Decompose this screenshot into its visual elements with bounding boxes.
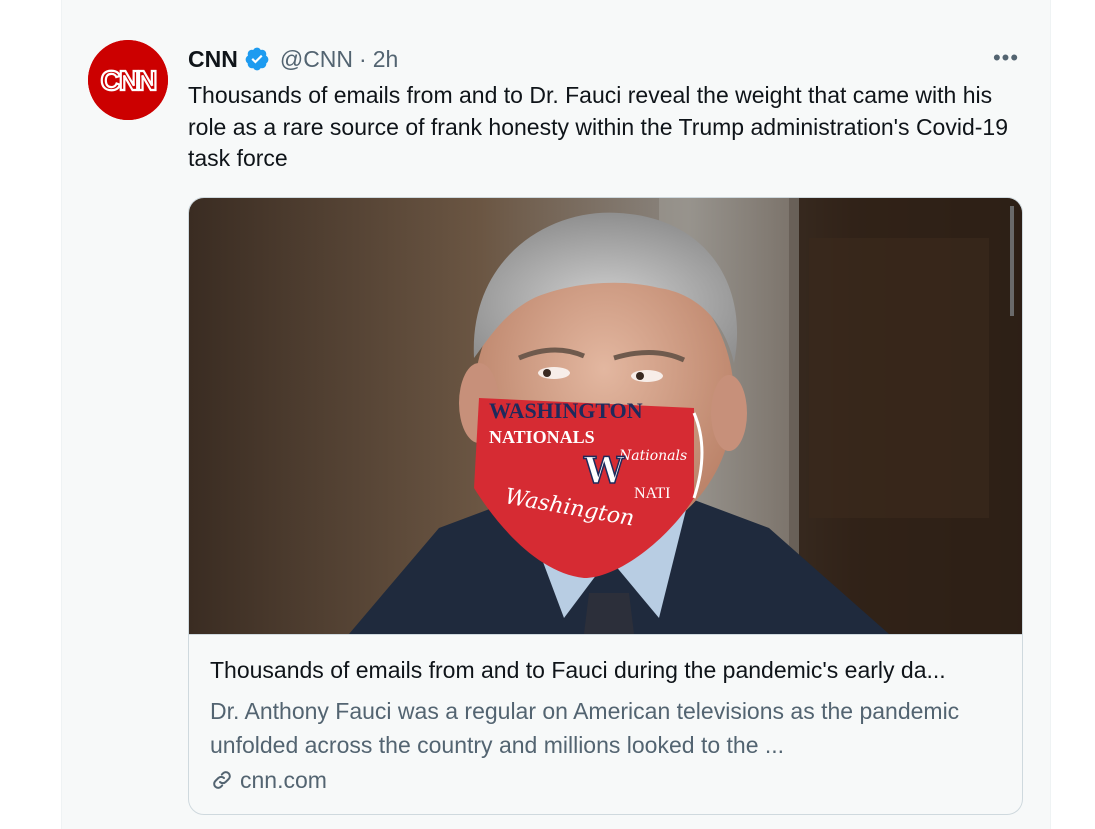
- tweet-timestamp[interactable]: 2h: [373, 46, 399, 73]
- card-title[interactable]: Thousands of emails from and to Fauci du…: [210, 657, 1010, 684]
- author-name[interactable]: CNN: [188, 46, 238, 73]
- card-divider: [189, 634, 1022, 635]
- card-photo: WASHINGTON NATIONALS Washington National…: [189, 198, 1022, 634]
- card-description[interactable]: Dr. Anthony Fauci was a regular on Ameri…: [210, 694, 990, 762]
- cnn-logo-text: CNN: [101, 65, 156, 96]
- mask-text-1: WASHINGTON: [489, 398, 643, 423]
- separator-dot: ·: [359, 45, 367, 72]
- mask-text-4: Nationals: [618, 448, 687, 464]
- card-image[interactable]: WASHINGTON NATIONALS Washington National…: [189, 198, 1022, 634]
- more-dots-icon[interactable]: •••: [988, 45, 1024, 70]
- tweet-header: CNN @CNN · 2h: [188, 42, 398, 76]
- card-domain[interactable]: cnn.com: [210, 764, 327, 796]
- verified-badge-icon: [244, 46, 270, 72]
- cnn-logo-icon: CNN: [88, 40, 168, 120]
- link-card[interactable]: WASHINGTON NATIONALS Washington National…: [188, 197, 1023, 815]
- author-handle[interactable]: @CNN: [280, 46, 353, 73]
- tweet-text: Thousands of emails from and to Dr. Fauc…: [188, 82, 1008, 171]
- link-icon: [210, 768, 234, 792]
- card-domain-text: cnn.com: [240, 766, 327, 793]
- svg-text:W: W: [583, 450, 625, 492]
- avatar[interactable]: CNN: [88, 40, 168, 120]
- svg-text:NATI: NATI: [634, 485, 670, 502]
- mask-text-2: NATIONALS: [489, 427, 595, 447]
- photo-credit: [1010, 206, 1014, 316]
